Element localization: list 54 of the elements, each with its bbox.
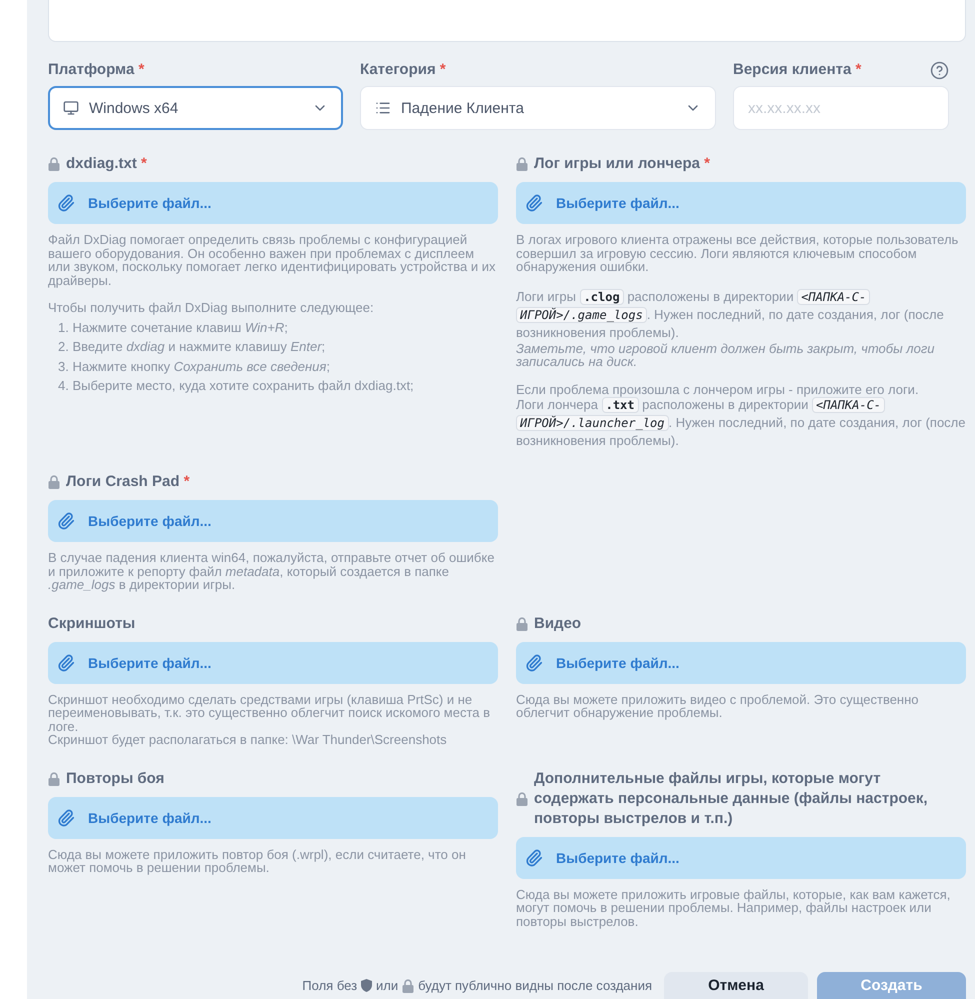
lock-icon	[402, 978, 414, 992]
description-text: Скриншот будет располагаться в папке: \War Thunder\Screenshots	[48, 733, 448, 746]
file-upload-button[interactable]: Выберите файл...	[48, 642, 498, 684]
section-label: dxdiag.txt *	[66, 154, 147, 174]
file-upload-button[interactable]: Выберите файл...	[48, 182, 498, 224]
cancel-button[interactable]: Отмена	[664, 972, 808, 999]
description-text: Чтобы получить файл DxDiag выполните следующее:	[48, 301, 375, 314]
list-icon	[375, 100, 391, 116]
footer-note-text: Поля без	[302, 978, 358, 993]
text-field[interactable]: xx.xx.xx.xx	[733, 86, 949, 130]
section-label: Дополнительные файлы игры, которые могут содержать персональные данные (файлы настроек, повторы выстрелов и т.п.)	[534, 768, 929, 828]
paperclip-icon	[57, 654, 75, 672]
description-text: Сюда вы можете приложить повтор боя (.wrpl), если считаете, что он может помочь в решении проблемы.	[48, 848, 467, 874]
paperclip-icon	[525, 848, 543, 866]
instruction-step: 1. Нажмите сочетание клавиш Win+R;	[48, 320, 498, 334]
paperclip-icon	[57, 194, 75, 212]
shield-icon	[361, 979, 372, 992]
help-icon[interactable]	[930, 60, 949, 80]
footer-note-text: будут публично видны после создания	[418, 978, 652, 993]
description-text: В случае падения клиента win64, пожалуйста, отправьте отчет об ошибке и приложите к репорту файл metadata, который создается в папке .game_logs в директории игры.	[48, 551, 496, 592]
textarea-field[interactable]	[48, 0, 966, 42]
section-label: Скриншоты	[48, 614, 136, 634]
file-upload-button[interactable]: Выберите файл...	[516, 182, 966, 224]
note-text: Заметьте, что игровой клиент должен быть закрыт, чтобы логи записались на диск.	[516, 342, 936, 368]
dropdown-field[interactable]: Windows x64	[48, 86, 343, 130]
instruction-step: 2. Введите dxdiag и нажмите клавишу Enter;	[48, 340, 498, 354]
description-text: Если проблема произошла с лончером игры - приложите его логи.	[516, 382, 920, 396]
paperclip-icon	[525, 654, 543, 672]
paperclip-icon	[57, 808, 75, 826]
footer-note-text: или	[376, 978, 398, 993]
section-label: Видео	[534, 614, 582, 634]
field-label: Категория *	[360, 60, 446, 80]
instruction-step: 3. Нажмите кнопку Сохранить все сведения;	[48, 360, 498, 373]
file-upload-button[interactable]: Выберите файл...	[516, 642, 966, 684]
section-label: Повторы боя	[66, 768, 164, 788]
field-label: Платформа *	[48, 60, 144, 80]
file-upload-button[interactable]: Выберите файл...	[48, 796, 498, 838]
description-text: Сюда вы можете приложить видео с проблемой. Это существенно облегчит обнаружение проблемы.	[516, 692, 920, 720]
section-label: Логи Crash Pad *	[66, 472, 190, 492]
field-label: Версия клиента *	[733, 60, 862, 80]
section-label: Лог игры или лончера *	[534, 154, 710, 174]
dropdown-field[interactable]: Падение Клиента	[360, 86, 716, 130]
paperclip-icon	[57, 512, 75, 530]
file-upload-button[interactable]: Выберите файл...	[48, 500, 498, 542]
monitor-icon	[63, 100, 79, 116]
description-text: Файл DxDiag помогает определить связь проблемы с конфигурацией вашего оборудования. Он особенно важен при проблемах с дисплеем или звуком, поскольку помогает легко идентифицировать устройства и их драйверы.	[48, 233, 496, 287]
description-text: Сюда вы можете приложить игровые файлы, которые, как вам кажется, могут помочь в решении проблемы. Например, файлы настроек или повторы выстрелов.	[516, 888, 952, 928]
instruction-step: 4. Выберите место, куда хотите сохранить файл dxdiag.txt;	[48, 379, 498, 392]
description-text: Логи игры .clog расположены в директории <ПАПКА-С-ИГРОЙ>/.game_logs . Нужен последний, по дате создания, лог (после возникновения проблемы).	[516, 288, 945, 342]
description-text: Логи лончера .txt расположены в директории <ПАПКА-С-ИГРОЙ>/.launcher_log . Нужен последний, по дате создания, лог (после возникновения проблемы).	[516, 397, 966, 450]
description-text: В логах игрового клиента отражены все действия, которые пользователь совершил за игровую сессию. Логи являются ключевым способом обнаружения ошибки.	[516, 233, 960, 274]
file-upload-button[interactable]: Выберите файл...	[516, 836, 966, 878]
paperclip-icon	[525, 194, 543, 212]
description-text: Скриншот необходимо сделать средствами игры (клавиша PrtSc) и не переименовывать, т.к. это существенно облегчит поиск искомого места в логе.	[48, 692, 492, 733]
